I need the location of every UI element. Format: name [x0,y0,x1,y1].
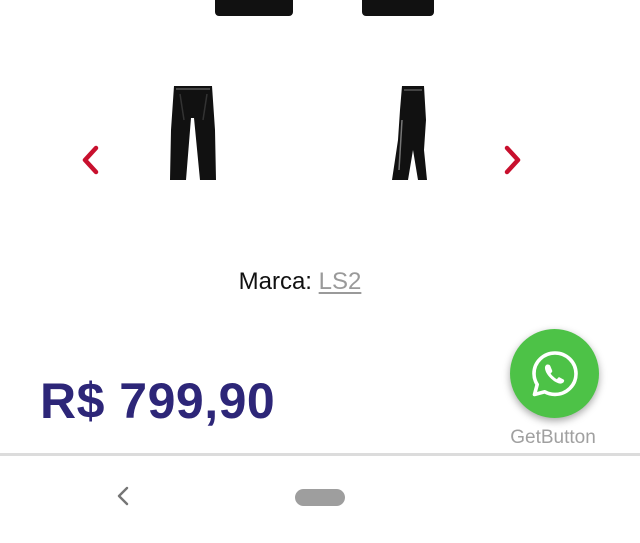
nav-back-button[interactable] [108,478,138,514]
carousel-next-button[interactable] [497,140,527,180]
whatsapp-icon [531,350,578,396]
product-image-partial-right [362,0,434,16]
carousel-prev-button[interactable] [76,140,106,180]
product-image-partial-left [215,0,293,16]
chevron-left-icon [82,145,99,175]
brand-link[interactable]: LS2 [319,268,362,295]
brand-row: Marca: LS2 [0,268,600,296]
brand-label: Marca: [238,268,312,295]
whatsapp-button[interactable] [510,329,599,418]
nav-home-pill[interactable] [295,489,345,506]
product-thumbnail-front[interactable] [160,80,226,184]
getbutton-label[interactable]: GetButton [490,427,616,449]
back-icon [117,486,129,506]
product-thumbnail-side[interactable] [380,80,440,184]
chevron-right-icon [504,145,521,175]
product-price: R$ 799,90 [40,373,276,429]
